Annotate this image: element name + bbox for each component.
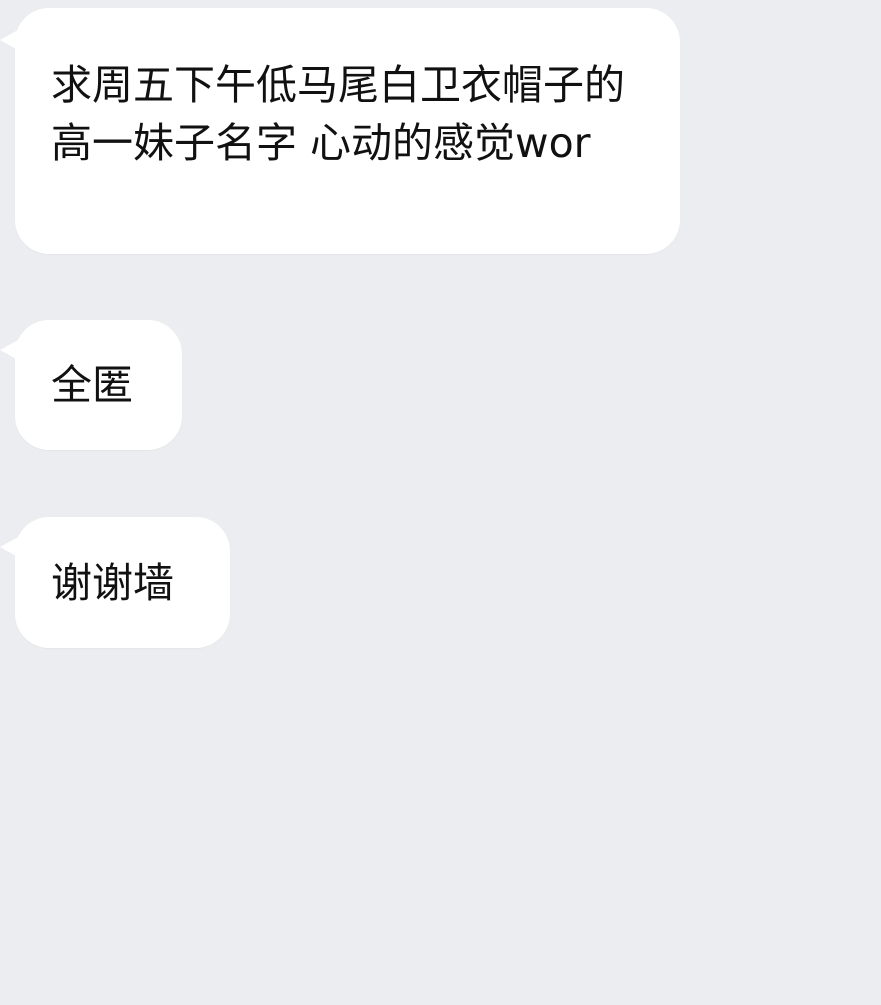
message-text: 谢谢墙 [51, 559, 174, 607]
message-bubble[interactable]: 求周五下午低马尾白卫衣帽子的高一妹子名字 心动的感觉wor [15, 8, 680, 254]
message-text: 求周五下午低马尾白卫衣帽子的高一妹子名字 心动的感觉wor [51, 61, 625, 167]
chat-message-list: 求周五下午低马尾白卫衣帽子的高一妹子名字 心动的感觉wor 全匿 谢谢墙 [0, 0, 881, 1005]
message-bubble[interactable]: 全匿 [15, 320, 182, 450]
message-bubble[interactable]: 谢谢墙 [15, 517, 230, 648]
message-text: 全匿 [51, 361, 133, 409]
